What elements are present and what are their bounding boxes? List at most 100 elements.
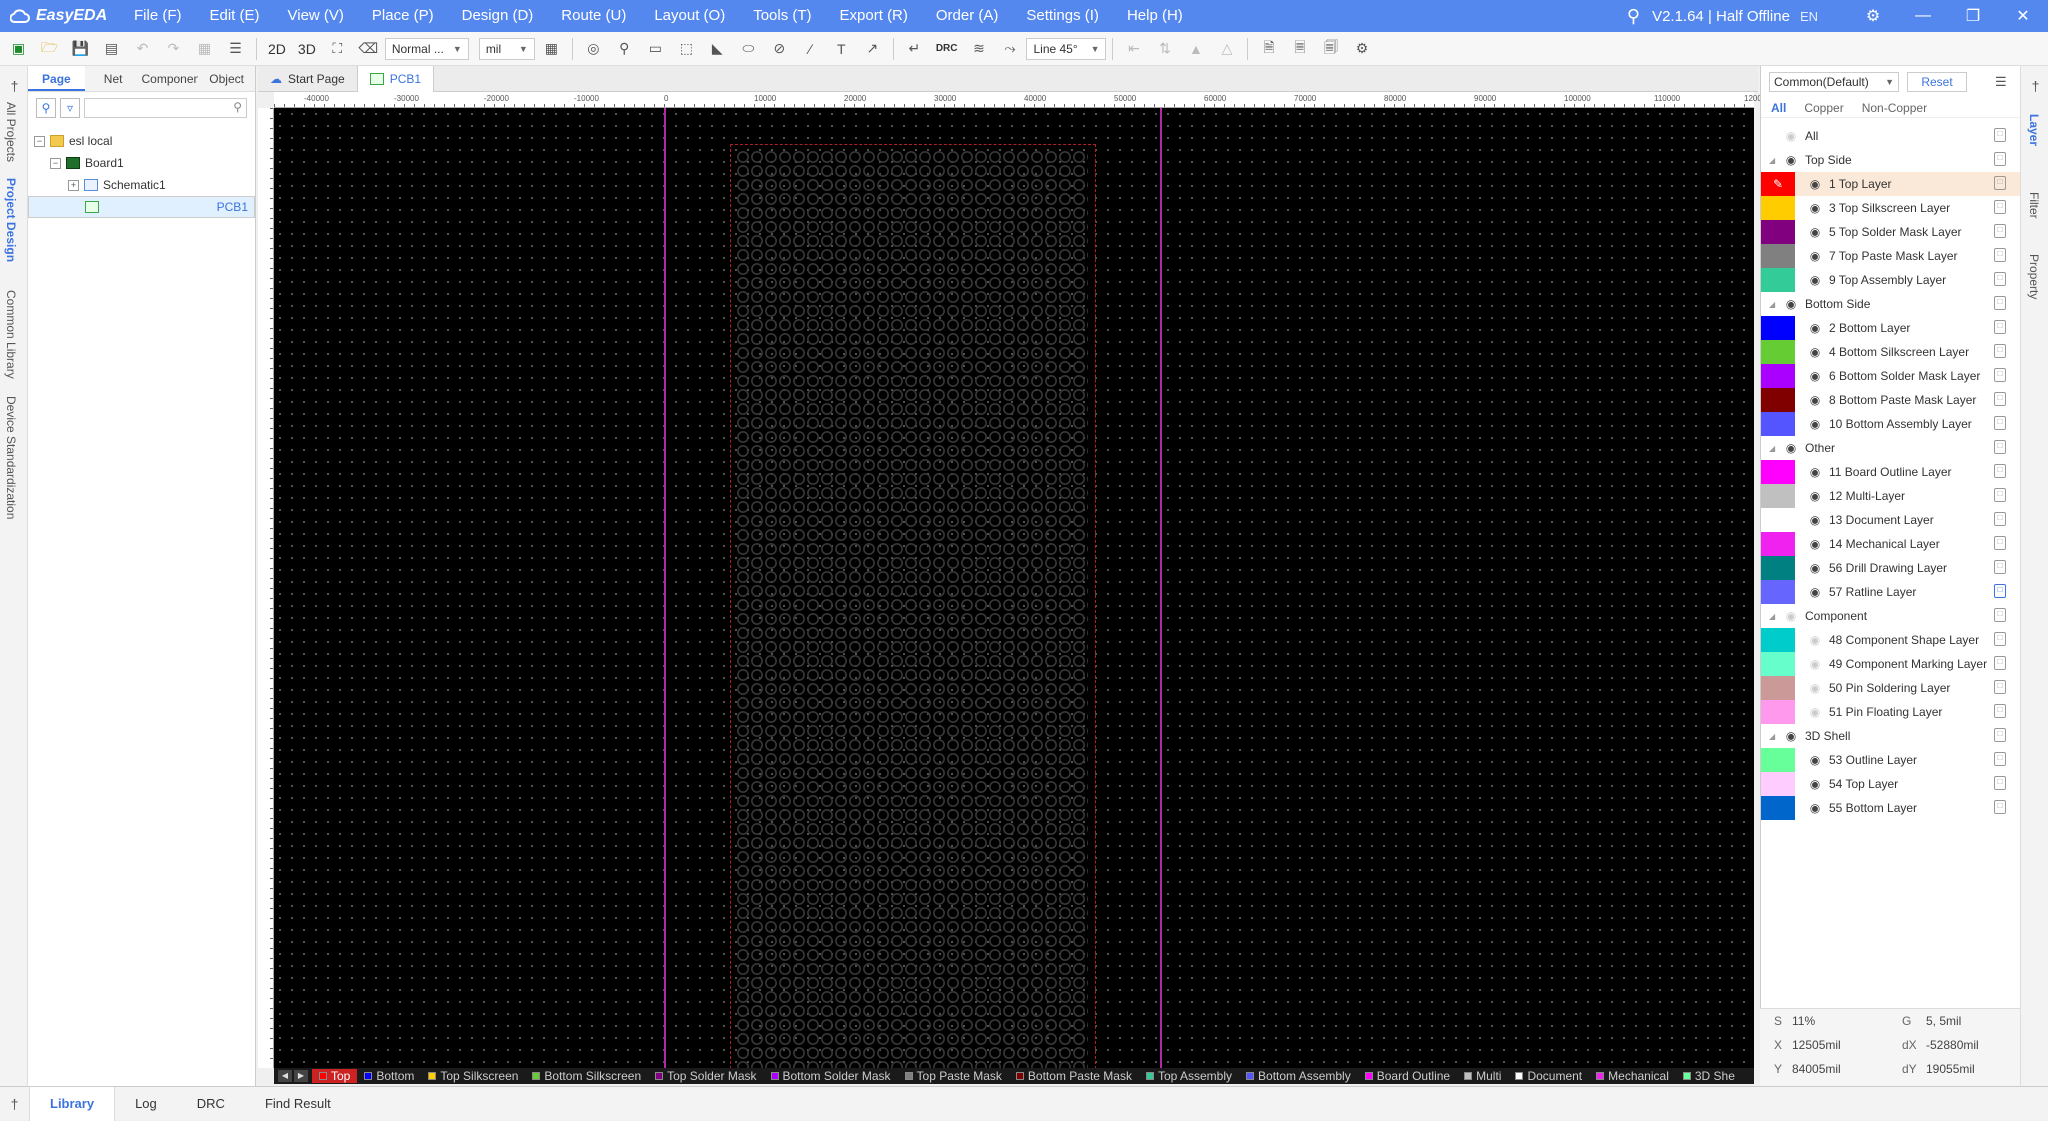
eye-hidden-icon[interactable]: ◉: [1807, 681, 1823, 695]
via-icon[interactable]: ◎: [579, 35, 608, 63]
dimension-icon[interactable]: ↗: [858, 35, 887, 63]
unlock-icon[interactable]: □: [1994, 128, 2006, 142]
eye-icon[interactable]: ◉: [1807, 417, 1823, 431]
layer-color-swatch[interactable]: [1761, 652, 1795, 676]
tab-pcb1[interactable]: PCB1: [357, 66, 435, 92]
layer-row[interactable]: ◉ 7 Top Paste Mask Layer □: [1761, 244, 2020, 268]
eye-icon[interactable]: ◉: [1807, 201, 1823, 215]
tab-property[interactable]: Property: [2027, 254, 2041, 299]
layer-color-swatch[interactable]: [1761, 412, 1795, 436]
collapse-icon[interactable]: ◢: [1769, 612, 1779, 621]
unlock-icon[interactable]: □: [1994, 704, 2006, 718]
flip-icon[interactable]: ▲: [1181, 35, 1210, 63]
save-all-icon[interactable]: ▤: [97, 35, 126, 63]
layer-row[interactable]: ◉ 12 Multi-Layer □: [1761, 484, 2020, 508]
layer-switch-bottom-solder-mask[interactable]: Bottom Solder Mask: [764, 1069, 898, 1083]
unlock-icon[interactable]: □: [1994, 776, 2006, 790]
pin-panel-icon[interactable]: †: [0, 1090, 29, 1118]
layer-switch-3d-she[interactable]: 3D She: [1676, 1069, 1742, 1083]
collapse-icon[interactable]: ◢: [1769, 156, 1779, 165]
layer-color-swatch[interactable]: [1761, 676, 1795, 700]
layer-switch-multi[interactable]: Multi: [1457, 1069, 1508, 1083]
unlock-icon[interactable]: □: [1994, 152, 2006, 166]
layer-color-swatch[interactable]: [1761, 340, 1795, 364]
unlock-icon[interactable]: □: [1994, 752, 2006, 766]
menu-help[interactable]: Help (H): [1113, 0, 1197, 32]
reset-button[interactable]: Reset: [1907, 72, 1967, 92]
layer-row[interactable]: ◉ 48 Component Shape Layer □: [1761, 628, 2020, 652]
unlock-icon[interactable]: □: [1994, 368, 2006, 382]
eye-icon[interactable]: ◉: [1807, 777, 1823, 791]
menu-place[interactable]: Place (P): [358, 0, 448, 32]
unlock-icon[interactable]: □: [1994, 224, 2006, 238]
align-left-icon[interactable]: ⇤: [1119, 35, 1148, 63]
scroll-right-icon[interactable]: ▶: [294, 1070, 308, 1082]
export-icon[interactable]: 🗏: [1285, 35, 1314, 63]
zoom-fit-icon[interactable]: ⛶: [323, 35, 352, 63]
layer-row[interactable]: ◉ 57 Ratline Layer □: [1761, 580, 2020, 604]
view-2d-button[interactable]: 2D: [263, 35, 291, 63]
import-icon[interactable]: 🗎: [1254, 35, 1283, 63]
layer-row[interactable]: ◉ 53 Outline Layer □: [1761, 748, 2020, 772]
layer-switch-bottom-paste-mask[interactable]: Bottom Paste Mask: [1009, 1069, 1139, 1083]
pin-icon[interactable]: ⚲: [610, 35, 639, 63]
layer-row[interactable]: ◉ 55 Bottom Layer □: [1761, 796, 2020, 820]
eye-icon[interactable]: ◉: [1807, 249, 1823, 263]
tab-all[interactable]: All: [1771, 101, 1786, 115]
layer-row[interactable]: ◉ 6 Bottom Solder Mask Layer □: [1761, 364, 2020, 388]
distribute-icon[interactable]: ⇅: [1150, 35, 1179, 63]
layer-color-swatch[interactable]: [1761, 196, 1795, 220]
mirror-icon[interactable]: △: [1212, 35, 1241, 63]
layer-row[interactable]: ◉ 56 Drill Drawing Layer □: [1761, 556, 2020, 580]
menu-edit[interactable]: Edit (E): [196, 0, 274, 32]
eye-icon[interactable]: ◉: [1807, 513, 1823, 527]
eye-icon[interactable]: ◉: [1807, 489, 1823, 503]
layer-color-swatch[interactable]: [1761, 460, 1795, 484]
pin-panel-icon[interactable]: †: [0, 72, 29, 100]
eye-icon[interactable]: ◉: [1807, 537, 1823, 551]
layer-manager-icon[interactable]: ☰: [1995, 74, 2007, 90]
eye-icon[interactable]: ◉: [1807, 801, 1823, 815]
layer-row[interactable]: ◉ 8 Bottom Paste Mask Layer □: [1761, 388, 2020, 412]
unlock-icon[interactable]: □: [1994, 440, 2006, 454]
unlock-icon[interactable]: □: [1994, 392, 2006, 406]
layer-color-swatch[interactable]: [1761, 556, 1795, 580]
route-track-icon[interactable]: ⤳: [995, 35, 1024, 63]
eye-icon[interactable]: ◉: [1807, 585, 1823, 599]
region-select-icon[interactable]: ⬚: [672, 35, 701, 63]
layer-row[interactable]: ◉ 4 Bottom Silkscreen Layer □: [1761, 340, 2020, 364]
unlock-icon[interactable]: □: [1994, 656, 2006, 670]
menu-layout[interactable]: Layout (O): [640, 0, 739, 32]
layer-row[interactable]: ◉ 54 Top Layer □: [1761, 772, 2020, 796]
text-icon[interactable]: T: [827, 35, 856, 63]
layer-switch-bottom[interactable]: Bottom: [357, 1069, 421, 1083]
eye-icon[interactable]: ◉: [1807, 561, 1823, 575]
maximize-button[interactable]: ❐: [1948, 6, 1998, 26]
eye-icon[interactable]: ◉: [1807, 465, 1823, 479]
tree-node-board[interactable]: − Board1: [28, 152, 255, 174]
layer-color-swatch[interactable]: [1761, 628, 1795, 652]
settings-icon[interactable]: ⚙: [1347, 35, 1376, 63]
eye-icon[interactable]: ◉: [1783, 729, 1799, 743]
layer-row[interactable]: ◉ 5 Top Solder Mask Layer □: [1761, 220, 2020, 244]
expand-icon[interactable]: +: [68, 179, 79, 191]
tab-non-copper[interactable]: Non-Copper: [1862, 101, 1927, 115]
layer-row[interactable]: ✎ ◉ 1 Top Layer □: [1761, 172, 2020, 196]
collapse-icon[interactable]: −: [50, 157, 61, 169]
drc-button[interactable]: DRC: [931, 35, 963, 63]
tab-filter[interactable]: Filter: [2027, 192, 2041, 219]
unlock-icon[interactable]: □: [1994, 632, 2006, 646]
layer-switch-document[interactable]: Document: [1508, 1069, 1589, 1083]
unlock-icon[interactable]: □: [1994, 536, 2006, 550]
menu-design[interactable]: Design (D): [448, 0, 548, 32]
checklist-icon[interactable]: ☰: [221, 35, 250, 63]
menu-tools[interactable]: Tools (T): [739, 0, 825, 32]
tree-node-pcb[interactable]: PCB1: [28, 196, 255, 218]
layer-color-swatch[interactable]: [1761, 580, 1795, 604]
layer-row[interactable]: ◉ 49 Component Marking Layer □: [1761, 652, 2020, 676]
line-icon[interactable]: ∕: [796, 35, 825, 63]
layer-switch-bottom-assembly[interactable]: Bottom Assembly: [1239, 1069, 1358, 1083]
layer-row[interactable]: ◉ 9 Top Assembly Layer □: [1761, 268, 2020, 292]
layer-group-row[interactable]: ◢ ◉ Component □: [1761, 604, 2020, 628]
eye-icon[interactable]: ◉: [1807, 273, 1823, 287]
